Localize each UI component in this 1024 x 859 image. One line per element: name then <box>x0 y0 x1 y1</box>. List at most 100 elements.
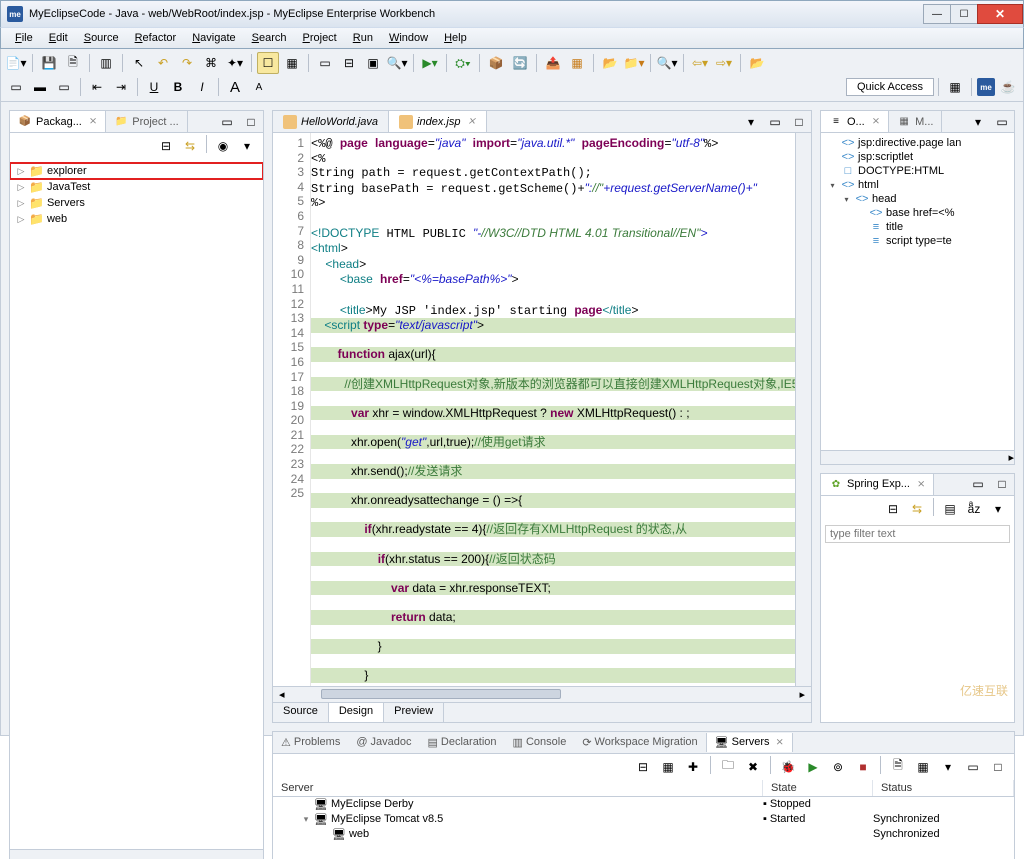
menu-source[interactable]: Source <box>76 30 127 46</box>
profile-icon[interactable]: ⊚ <box>827 756 849 778</box>
tab-workspace-migration[interactable]: ⟳Workspace Migration <box>574 733 705 752</box>
horizontal-scrollbar[interactable]: ◂▸ <box>273 686 811 702</box>
tab-problems[interactable]: ⚠Problems <box>273 733 348 752</box>
menu-refactor[interactable]: Refactor <box>127 30 185 46</box>
publish-icon[interactable]: 🗀 <box>717 756 739 778</box>
save-all-icon[interactable]: 🗎 <box>62 52 84 74</box>
italic-icon[interactable]: I <box>191 76 213 98</box>
tree-item[interactable]: ▷📁Servers <box>10 195 263 211</box>
debug-server-icon[interactable]: 🐞 <box>777 756 799 778</box>
tab-list-icon[interactable]: ▾ <box>740 111 762 133</box>
folder-icon[interactable]: 📁▾ <box>623 52 645 74</box>
menu-help[interactable]: Help <box>436 30 475 46</box>
tab-javadoc[interactable]: @Javadoc <box>348 733 419 751</box>
link-editor-icon[interactable]: ⇆ <box>179 135 201 157</box>
save-icon[interactable]: 💾 <box>38 52 60 74</box>
start-server-icon[interactable]: ▶ <box>802 756 824 778</box>
select-icon[interactable]: ☐ <box>257 52 279 74</box>
dashed-icon[interactable]: ▭ <box>53 76 75 98</box>
editor-mode-tab[interactable]: Source <box>273 703 329 722</box>
outline-item[interactable]: <>jsp:directive.page lan <box>825 136 1010 150</box>
maximize-editor-icon[interactable]: □ <box>788 111 810 133</box>
tab-minimap[interactable]: ▦M... <box>889 111 942 132</box>
new-window-icon[interactable]: ▥ <box>95 52 117 74</box>
close-button[interactable]: ✕ <box>977 4 1023 24</box>
format-block-icon[interactable]: ▭ <box>5 76 27 98</box>
underline-icon[interactable]: U <box>143 76 165 98</box>
fill-icon[interactable]: ▬ <box>29 76 51 98</box>
format-icon[interactable]: ⌘ <box>200 52 222 74</box>
link-icon[interactable]: ▣ <box>362 52 384 74</box>
menu-run[interactable]: Run <box>345 30 381 46</box>
add-icon[interactable]: ▦ <box>912 756 934 778</box>
maximize-view-icon[interactable]: □ <box>987 756 1009 778</box>
editor-tab[interactable]: index.jsp⨯ <box>388 111 487 132</box>
toggle-icon[interactable]: ▭ <box>314 52 336 74</box>
tree-item[interactable]: ▷📁JavaTest <box>10 179 263 195</box>
view-menu-icon[interactable]: ▾ <box>967 111 989 133</box>
tab-project-explorer[interactable]: 📁Project ... <box>106 111 187 132</box>
collapse-all-icon[interactable]: ⊟ <box>882 498 904 520</box>
server-row[interactable]: 🖥webSynchronized <box>273 827 1014 842</box>
focus-icon[interactable]: ◉ <box>212 135 234 157</box>
maximize-view-icon[interactable]: □ <box>240 111 262 133</box>
tree-item[interactable]: ▷📁explorer <box>10 163 263 179</box>
outline-item[interactable]: ≡script type=te <box>825 234 1010 248</box>
outline-item[interactable]: ▾<>html <box>825 178 1010 192</box>
vertical-scrollbar[interactable] <box>795 133 811 686</box>
filter-icon[interactable]: ▤ <box>939 498 961 520</box>
server-row[interactable]: 🖥MyEclipse Derby▪Stopped <box>273 797 1014 812</box>
outline-item[interactable]: <>jsp:scriptlet <box>825 150 1010 164</box>
java-perspective-icon[interactable]: ☕ <box>997 76 1019 98</box>
new-icon[interactable]: 📄▾ <box>5 52 27 74</box>
view-menu-icon[interactable]: ▾ <box>236 135 258 157</box>
bold-icon[interactable]: B <box>167 76 189 98</box>
search-icon[interactable]: 🔍▾ <box>656 52 678 74</box>
align-icon[interactable]: ⊟ <box>338 52 360 74</box>
layout-icon[interactable]: ⊟ <box>632 756 654 778</box>
grid-icon[interactable]: ▦ <box>281 52 303 74</box>
deploy-icon[interactable]: ▦ <box>657 756 679 778</box>
myeclipse-perspective-icon[interactable]: me <box>977 78 995 96</box>
font-bigger-icon[interactable]: A <box>224 76 246 98</box>
tree-item[interactable]: ▷📁web <box>10 211 263 227</box>
refresh-icon[interactable]: 🔄 <box>509 52 531 74</box>
undo-icon[interactable]: ↶ <box>152 52 174 74</box>
menu-window[interactable]: Window <box>381 30 436 46</box>
back-icon[interactable]: ⇦▾ <box>689 52 711 74</box>
close-icon[interactable]: ⨯ <box>89 116 97 127</box>
horizontal-scrollbar[interactable]: ▸ <box>821 450 1014 464</box>
menu-file[interactable]: File <box>7 30 41 46</box>
minimize-button[interactable]: — <box>923 4 951 24</box>
horizontal-scrollbar[interactable] <box>10 849 263 859</box>
tab-console[interactable]: ▥Console <box>505 733 575 752</box>
minimize-view-icon[interactable]: ▭ <box>216 111 238 133</box>
column-state[interactable]: State <box>763 780 873 796</box>
outline-item[interactable]: ≡title <box>825 220 1010 234</box>
minimize-view-icon[interactable]: ▭ <box>967 473 989 495</box>
menu-search[interactable]: Search <box>244 30 295 46</box>
outline-item[interactable]: <>base href=<% <box>825 206 1010 220</box>
close-icon[interactable]: ⨯ <box>776 737 784 748</box>
minimize-view-icon[interactable]: ▭ <box>962 756 984 778</box>
deploy-icon[interactable]: 📤 <box>542 52 564 74</box>
view-menu-icon[interactable]: ▾ <box>987 498 1009 520</box>
outline-item[interactable]: ▾<>head <box>825 192 1010 206</box>
close-icon[interactable]: ⨯ <box>872 116 880 127</box>
column-status[interactable]: Status <box>873 780 1014 796</box>
sync-icon[interactable]: 🗎 <box>887 756 909 778</box>
server-icon[interactable]: ▦ <box>566 52 588 74</box>
view-menu-icon[interactable]: ▾ <box>937 756 959 778</box>
close-icon[interactable]: ⨯ <box>917 479 925 490</box>
menu-project[interactable]: Project <box>295 30 345 46</box>
home-icon[interactable]: 📂 <box>746 52 768 74</box>
package-icon[interactable]: 📦 <box>485 52 507 74</box>
minimize-view-icon[interactable]: ▭ <box>991 111 1013 133</box>
indent-icon[interactable]: ⇥ <box>110 76 132 98</box>
wand-icon[interactable]: ✦▾ <box>224 52 246 74</box>
tab-servers[interactable]: 🖥Servers⨯ <box>706 733 793 752</box>
font-smaller-icon[interactable]: A <box>248 76 270 98</box>
outdent-icon[interactable]: ⇤ <box>86 76 108 98</box>
run-icon[interactable]: ▶▾ <box>419 52 441 74</box>
tab-spring-explorer[interactable]: ✿Spring Exp...⨯ <box>821 474 934 495</box>
